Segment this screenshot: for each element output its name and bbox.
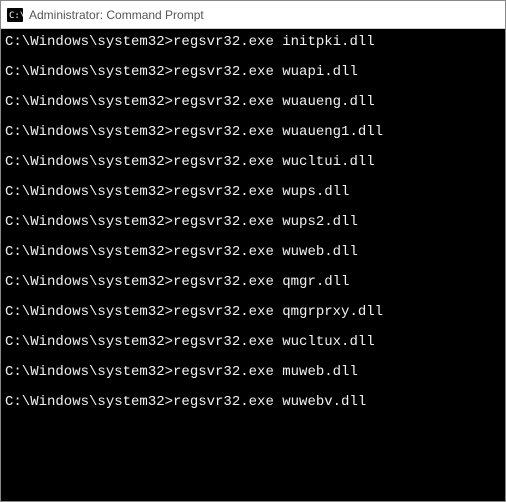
terminal-output[interactable]: C:\Windows\system32>regsvr32.exe initpki… bbox=[1, 29, 505, 501]
terminal-line: C:\Windows\system32>regsvr32.exe muweb.d… bbox=[5, 365, 501, 379]
command-prompt-icon: C:\ bbox=[7, 8, 23, 22]
terminal-line: C:\Windows\system32>regsvr32.exe wups.dl… bbox=[5, 185, 501, 199]
terminal-line: C:\Windows\system32>regsvr32.exe wups2.d… bbox=[5, 215, 501, 229]
svg-text:C:\: C:\ bbox=[9, 11, 23, 21]
command-prompt-window: C:\ Administrator: Command Prompt C:\Win… bbox=[0, 0, 506, 502]
terminal-line: C:\Windows\system32>regsvr32.exe wuaueng… bbox=[5, 95, 501, 109]
window-title: Administrator: Command Prompt bbox=[29, 8, 204, 22]
terminal-line: C:\Windows\system32>regsvr32.exe wucltux… bbox=[5, 335, 501, 349]
terminal-line: C:\Windows\system32>regsvr32.exe wucltui… bbox=[5, 155, 501, 169]
terminal-line: C:\Windows\system32>regsvr32.exe wuweb.d… bbox=[5, 245, 501, 259]
terminal-line: C:\Windows\system32>regsvr32.exe wuaueng… bbox=[5, 125, 501, 139]
terminal-line: C:\Windows\system32>regsvr32.exe qmgr.dl… bbox=[5, 275, 501, 289]
terminal-line: C:\Windows\system32>regsvr32.exe wuwebv.… bbox=[5, 395, 501, 409]
terminal-line: C:\Windows\system32>regsvr32.exe wuapi.d… bbox=[5, 65, 501, 79]
terminal-line: C:\Windows\system32>regsvr32.exe initpki… bbox=[5, 35, 501, 49]
terminal-line: C:\Windows\system32>regsvr32.exe qmgrprx… bbox=[5, 305, 501, 319]
titlebar[interactable]: C:\ Administrator: Command Prompt bbox=[1, 1, 505, 29]
